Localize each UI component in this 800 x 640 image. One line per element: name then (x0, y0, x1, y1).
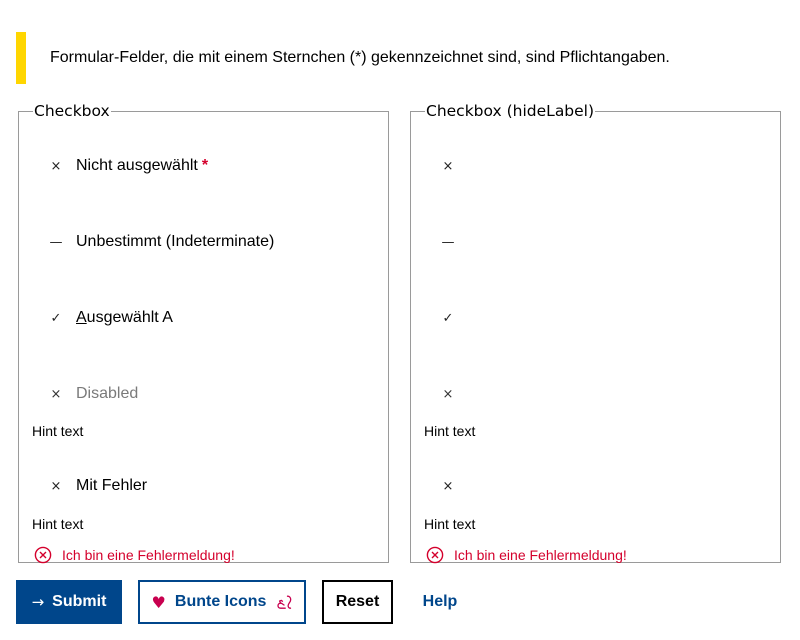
checkbox-label: Disabled (76, 385, 139, 402)
submit-label: Submit (52, 593, 107, 610)
checkbox-disabled-icon: × (50, 386, 62, 402)
error-message: Ich bin eine Fehlermeldung! (34, 546, 235, 564)
error-circle-x-icon (426, 546, 444, 564)
error-text: Ich bin eine Fehlermeldung! (62, 547, 235, 563)
hint-text: Hint text (32, 423, 84, 439)
notice-accent-bar (16, 32, 26, 84)
checkbox-label[interactable]: Nicht ausgewählt * (76, 154, 208, 178)
help-button[interactable]: Help (406, 580, 474, 624)
submit-button[interactable]: → Submit (16, 580, 122, 624)
fieldset-legend: Checkbox (34, 102, 110, 120)
checkbox-unchecked-icon[interactable]: × (49, 154, 63, 178)
error-message: Ich bin eine Fehlermeldung! (426, 546, 627, 564)
fieldset-legend: Checkbox (hideLabel) (426, 102, 595, 120)
required-asterisk: * (201, 157, 209, 174)
checkbox-unchecked-icon[interactable]: × (49, 474, 63, 498)
checkbox-indeterminate-icon[interactable]: — (441, 230, 455, 254)
checkbox-disabled-icon: × (442, 386, 454, 402)
error-circle-x-icon (34, 546, 52, 564)
checkbox-label[interactable]: Ausgewählt A (76, 306, 173, 330)
notice-text: Formular-Felder, die mit einem Sternchen… (50, 49, 670, 66)
required-fields-notice: Formular-Felder, die mit einem Sternchen… (16, 32, 784, 84)
checkbox-checked-icon[interactable]: ✓ (441, 306, 455, 330)
hint-text: Hint text (424, 423, 476, 439)
checkbox-label[interactable]: Unbestimmt (Indeterminate) (76, 230, 274, 254)
error-text: Ich bin eine Fehlermeldung! (454, 547, 627, 563)
checkbox-unchecked-icon[interactable]: × (441, 154, 455, 178)
checkbox-label[interactable]: Mit Fehler (76, 474, 147, 498)
hint-text: Hint text (424, 516, 476, 532)
bunte-icons-button[interactable]: ♥ Bunte Icons (138, 580, 306, 624)
hint-text: Hint text (32, 516, 84, 532)
checkbox-checked-icon[interactable]: ✓ (49, 306, 63, 330)
checkbox-unchecked-icon[interactable]: × (441, 474, 455, 498)
squirrel-icon (277, 595, 292, 609)
checkbox-hidelabel-fieldset: Checkbox (hideLabel) × — ✓ × Hint text ×… (410, 102, 781, 564)
checkbox-indeterminate-icon[interactable]: — (49, 230, 63, 254)
checkbox-fieldset: Checkbox × Nicht ausgewählt * — Unbestimm… (18, 102, 389, 564)
heart-icon: ♥ (151, 592, 166, 612)
arrow-right-icon: → (31, 593, 45, 611)
bunte-icons-label: Bunte Icons (174, 593, 267, 610)
reset-button[interactable]: Reset (322, 580, 393, 624)
